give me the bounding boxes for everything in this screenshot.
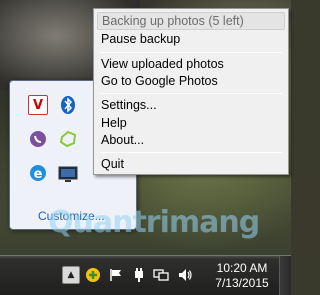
- network-icon[interactable]: [152, 266, 170, 284]
- vipre-icon[interactable]: V: [28, 95, 48, 115]
- viber-icon[interactable]: [28, 129, 48, 149]
- clock-date: 7/13/2015: [215, 276, 269, 290]
- menu-separator: [100, 93, 282, 94]
- backup-context-menu: Backing up photos (5 left) Pause backup …: [93, 8, 289, 175]
- taskbar: ▲ 10:20 AM 7/13/2015: [0, 255, 291, 295]
- menu-item-backup-status: Backing up photos (5 left): [97, 12, 285, 30]
- bluetooth-icon[interactable]: [58, 95, 78, 115]
- google-photos-backup-icon[interactable]: [84, 266, 102, 284]
- ie-icon[interactable]: e: [28, 163, 48, 183]
- menu-separator: [100, 52, 282, 53]
- taskbar-clock[interactable]: 10:20 AM 7/13/2015: [212, 261, 272, 291]
- show-desktop-button[interactable]: [279, 256, 291, 295]
- svg-text:e: e: [34, 167, 43, 182]
- display-icon[interactable]: [58, 165, 78, 185]
- menu-item-pause-backup[interactable]: Pause backup: [97, 30, 285, 48]
- action-center-flag-icon[interactable]: [107, 266, 125, 284]
- greenshot-icon[interactable]: [58, 129, 78, 149]
- menu-item-about[interactable]: About...: [97, 131, 285, 149]
- menu-separator: [100, 152, 282, 153]
- show-hidden-icons-button[interactable]: ▲: [62, 266, 80, 284]
- menu-item-help[interactable]: Help: [97, 114, 285, 132]
- menu-item-go-to-google-photos[interactable]: Go to Google Photos: [97, 72, 285, 90]
- menu-item-view-uploaded-photos[interactable]: View uploaded photos: [97, 55, 285, 73]
- menu-item-quit[interactable]: Quit: [97, 155, 285, 173]
- volume-icon[interactable]: [176, 266, 194, 284]
- menu-item-settings[interactable]: Settings...: [97, 96, 285, 114]
- watermark-logo: Quantrimang: [48, 205, 260, 240]
- power-plug-icon[interactable]: [130, 266, 148, 284]
- clock-time: 10:20 AM: [216, 261, 268, 275]
